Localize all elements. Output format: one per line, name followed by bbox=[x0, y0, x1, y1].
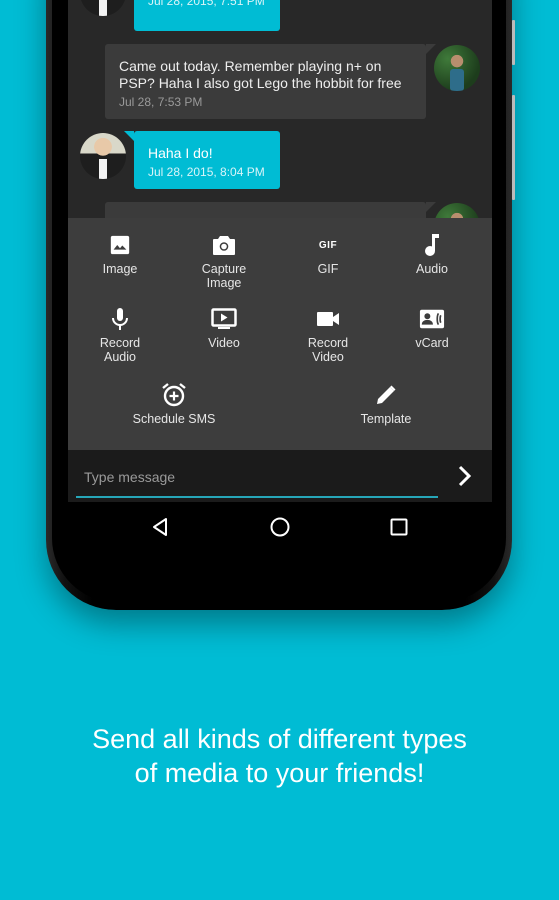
attach-gif-button[interactable]: GIF GIF bbox=[276, 232, 380, 298]
message-time: Jul 28, 2015, 8:04 PM bbox=[148, 165, 265, 179]
camera-icon bbox=[211, 232, 237, 258]
chevron-right-icon bbox=[458, 465, 472, 487]
attach-record-video-button[interactable]: Record Video bbox=[276, 306, 380, 372]
attach-label: GIF bbox=[317, 262, 339, 276]
attach-label: Audio bbox=[416, 262, 448, 276]
volume-button bbox=[512, 95, 515, 200]
attach-label: Capture Image bbox=[201, 262, 247, 290]
alarm-add-icon bbox=[161, 382, 187, 408]
gif-icon: GIF bbox=[315, 232, 341, 258]
message-bubble-sent[interactable]: Haha I do! Jul 28, 2015, 8:04 PM bbox=[124, 131, 280, 189]
message-text: Haha I do! bbox=[148, 145, 213, 161]
message-composer bbox=[68, 450, 492, 502]
attach-label: Image bbox=[102, 262, 138, 276]
back-button[interactable] bbox=[150, 516, 172, 538]
attach-capture-image-button[interactable]: Capture Image bbox=[172, 232, 276, 298]
attach-schedule-sms-button[interactable]: Schedule SMS bbox=[68, 382, 280, 426]
avatar[interactable] bbox=[434, 45, 480, 91]
microphone-icon bbox=[107, 306, 133, 332]
avatar[interactable] bbox=[80, 0, 126, 16]
attach-label: vCard bbox=[415, 336, 449, 350]
attach-audio-button[interactable]: Audio bbox=[380, 232, 484, 298]
video-play-icon bbox=[211, 306, 237, 332]
recents-square-icon bbox=[390, 518, 408, 536]
message-time: Jul 28, 7:53 PM bbox=[119, 95, 203, 109]
attach-label: Record Video bbox=[307, 336, 349, 364]
gif-icon-text: GIF bbox=[318, 239, 338, 251]
bubble-tail bbox=[124, 131, 134, 141]
attach-label: Record Audio bbox=[99, 336, 141, 364]
attach-record-audio-button[interactable]: Record Audio bbox=[68, 306, 172, 372]
attach-image-button[interactable]: Image bbox=[68, 232, 172, 298]
message-bubble-sent[interactable]: Jul 28, 2015, 7:51 PM bbox=[134, 0, 280, 31]
video-camera-icon bbox=[315, 306, 341, 332]
bubble-tail bbox=[426, 44, 436, 54]
contact-card-icon bbox=[419, 306, 445, 332]
message-text: Came out today. Remember playing n+ on P… bbox=[119, 58, 402, 91]
message-time: Jul 28, 2015, 7:51 PM bbox=[148, 0, 265, 8]
power-button bbox=[512, 20, 515, 65]
recents-button[interactable] bbox=[388, 516, 410, 538]
avatar[interactable] bbox=[80, 133, 126, 179]
attach-label: Schedule SMS bbox=[132, 412, 216, 426]
attach-video-button[interactable]: Video bbox=[172, 306, 276, 372]
promo-tagline: Send all kinds of different types of med… bbox=[92, 724, 467, 788]
attach-vcard-button[interactable]: vCard bbox=[380, 306, 484, 372]
home-circle-icon bbox=[270, 517, 290, 537]
attach-label: Template bbox=[360, 412, 412, 426]
send-button[interactable] bbox=[454, 464, 476, 488]
attachment-panel: Image Capture Image GIF GIF Audio Record… bbox=[68, 218, 492, 450]
attach-template-button[interactable]: Template bbox=[280, 382, 492, 426]
bubble-tail bbox=[426, 202, 436, 212]
phone-screen: Jul 28, 2015, 7:51 PM Came out today. Re… bbox=[68, 0, 492, 552]
image-icon bbox=[107, 232, 133, 258]
attach-label: Video bbox=[208, 336, 240, 350]
back-triangle-icon bbox=[153, 518, 167, 536]
music-note-icon bbox=[419, 232, 445, 258]
conversation[interactable]: Jul 28, 2015, 7:51 PM Came out today. Re… bbox=[68, 0, 492, 249]
home-button[interactable] bbox=[269, 516, 291, 538]
message-input[interactable] bbox=[76, 458, 438, 498]
message-bubble-received[interactable]: Came out today. Remember playing n+ on P… bbox=[105, 44, 436, 119]
pencil-icon bbox=[373, 382, 399, 408]
android-nav-bar bbox=[68, 502, 492, 552]
